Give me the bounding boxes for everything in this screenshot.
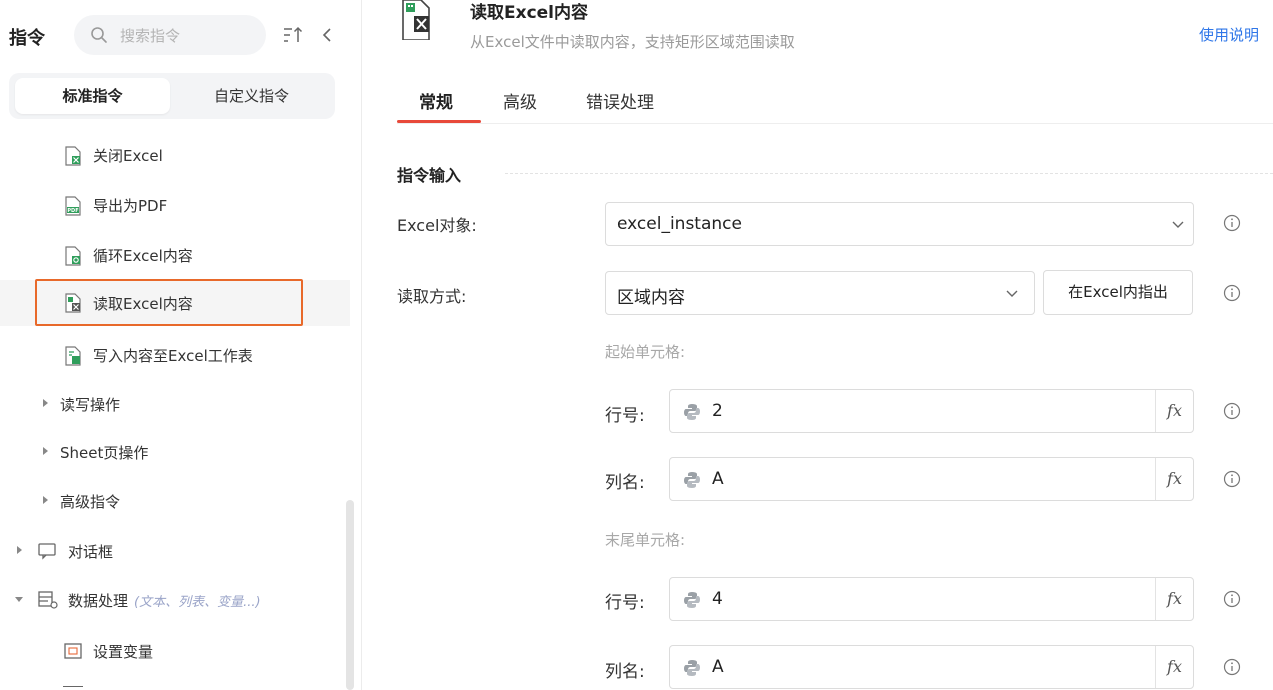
start-row-input[interactable]: 2 fx	[669, 389, 1194, 433]
end-row-label: 行号:	[605, 593, 645, 613]
excel-loop-icon	[65, 246, 81, 266]
caret-right-icon	[43, 399, 48, 407]
fx-button[interactable]: fx	[1155, 390, 1193, 432]
pdf-export-icon: PDF	[65, 196, 81, 216]
tree-group-label: Sheet页操作	[60, 444, 149, 462]
tree-item-label: 导出为PDF	[93, 197, 168, 215]
search-input[interactable]: 搜索指令	[74, 15, 266, 55]
info-icon[interactable]	[1223, 590, 1241, 608]
start-col-value: A	[712, 469, 724, 489]
tree-group-label: 高级指令	[60, 493, 121, 511]
segment-custom[interactable]: 自定义指令	[174, 78, 329, 114]
excel-write-icon	[65, 346, 81, 366]
data-process-label: 数据处理	[68, 592, 129, 610]
svg-text:PDF: PDF	[67, 208, 78, 214]
tree-category-label: 数据处理 (文本、列表、变量...)	[68, 590, 261, 611]
info-icon[interactable]	[1223, 214, 1241, 232]
start-row-label: 行号:	[605, 406, 645, 426]
sidebar-header: 指令 搜索指令	[0, 0, 362, 70]
data-process-hint: (文本、列表、变量...)	[134, 595, 261, 610]
tree-item-label: 关闭Excel	[93, 147, 163, 165]
sidebar-scrollbar[interactable]	[346, 500, 354, 690]
excel-close-icon	[65, 146, 81, 166]
caret-right-icon	[17, 546, 22, 554]
help-link[interactable]: 使用说明	[1199, 24, 1259, 45]
read-mode-select[interactable]: 区域内容	[605, 271, 1035, 315]
excel-object-select[interactable]: excel_instance	[605, 202, 1194, 246]
search-icon	[91, 27, 107, 43]
info-icon[interactable]	[1223, 470, 1241, 488]
sidebar: 指令 搜索指令 标准指令 自定义指令 关闭Excel PDF 导出为PDF 循环…	[0, 0, 362, 690]
selection-highlight	[35, 279, 303, 326]
tree-item-label: 写入内容至Excel工作表	[93, 347, 253, 365]
tree-group-advanced[interactable]: 高级指令	[0, 480, 350, 522]
segment-standard[interactable]: 标准指令	[15, 78, 170, 114]
search-placeholder: 搜索指令	[120, 27, 181, 45]
tree-item-label: 循环Excel内容	[93, 247, 193, 265]
partial-icon	[63, 686, 83, 690]
fx-button[interactable]: fx	[1155, 578, 1193, 620]
chevron-down-icon	[1172, 221, 1184, 228]
locate-in-excel-button[interactable]: 在Excel内指出	[1043, 270, 1193, 315]
tab-active-indicator	[397, 120, 481, 123]
data-process-icon	[38, 591, 58, 609]
tree-category-label: 对话框	[68, 543, 114, 561]
excel-object-value: excel_instance	[617, 214, 742, 234]
tree-item-export-pdf[interactable]: PDF 导出为PDF	[0, 184, 350, 226]
read-mode-label: 读取方式:	[397, 287, 467, 306]
info-icon[interactable]	[1223, 284, 1241, 302]
command-type-switch: 标准指令 自定义指令	[9, 73, 335, 119]
excel-read-icon	[402, 0, 430, 40]
collapse-icon[interactable]	[320, 26, 334, 44]
info-icon[interactable]	[1223, 658, 1241, 676]
caret-right-icon	[43, 496, 48, 504]
tree-item-write-excel[interactable]: 写入内容至Excel工作表	[0, 334, 350, 376]
python-icon	[684, 472, 700, 488]
section-title: 指令输入	[397, 166, 462, 185]
tree-item-set-variable[interactable]: 设置变量	[0, 630, 350, 672]
tree-item-loop-excel[interactable]: 循环Excel内容	[0, 234, 350, 276]
tab-bar: 常规 高级 错误处理	[397, 80, 1273, 124]
set-variable-icon	[64, 643, 82, 659]
excel-object-label: Excel对象:	[397, 216, 477, 235]
tree-item-partial	[0, 680, 350, 690]
end-cell-heading: 末尾单元格:	[605, 531, 686, 549]
caret-right-icon	[43, 447, 48, 455]
tree-category-dialog[interactable]: 对话框	[0, 530, 350, 572]
section-divider	[505, 173, 1273, 174]
tree-item-close-excel[interactable]: 关闭Excel	[0, 134, 350, 176]
tree-group-label: 读写操作	[60, 396, 121, 414]
tree-category-data-process[interactable]: 数据处理 (文本、列表、变量...)	[0, 579, 350, 621]
info-icon[interactable]	[1223, 402, 1241, 420]
start-col-input[interactable]: A fx	[669, 457, 1194, 501]
end-col-input[interactable]: A fx	[669, 645, 1194, 689]
tree-group-sheet[interactable]: Sheet页操作	[0, 431, 350, 473]
python-icon	[684, 404, 700, 420]
start-col-label: 列名:	[605, 473, 645, 493]
tree-item-label: 设置变量	[93, 643, 154, 661]
end-row-value: 4	[712, 589, 723, 609]
start-cell-heading: 起始单元格:	[605, 343, 686, 361]
start-row-value: 2	[712, 401, 723, 421]
tab-general[interactable]: 常规	[419, 88, 453, 113]
command-title: 读取Excel内容	[470, 3, 589, 23]
python-icon	[684, 660, 700, 676]
end-row-input[interactable]: 4 fx	[669, 577, 1194, 621]
chevron-down-icon	[1006, 290, 1018, 297]
tab-advanced[interactable]: 高级	[503, 88, 537, 113]
tab-error-handling[interactable]: 错误处理	[586, 88, 654, 113]
command-description: 从Excel文件中读取内容，支持矩形区域范围读取	[470, 33, 795, 51]
python-icon	[684, 592, 700, 608]
end-col-label: 列名:	[605, 662, 645, 682]
dialog-icon	[38, 543, 56, 560]
tree-group-read-write[interactable]: 读写操作	[0, 383, 350, 425]
fx-button[interactable]: fx	[1155, 458, 1193, 500]
read-mode-value: 区域内容	[617, 288, 685, 308]
end-col-value: A	[712, 657, 724, 677]
caret-down-icon	[15, 597, 23, 602]
fx-button[interactable]: fx	[1155, 646, 1193, 688]
main-panel: 读取Excel内容 从Excel文件中读取内容，支持矩形区域范围读取 使用说明 …	[363, 0, 1273, 690]
sort-icon[interactable]	[283, 26, 303, 44]
sidebar-title: 指令	[9, 28, 45, 49]
